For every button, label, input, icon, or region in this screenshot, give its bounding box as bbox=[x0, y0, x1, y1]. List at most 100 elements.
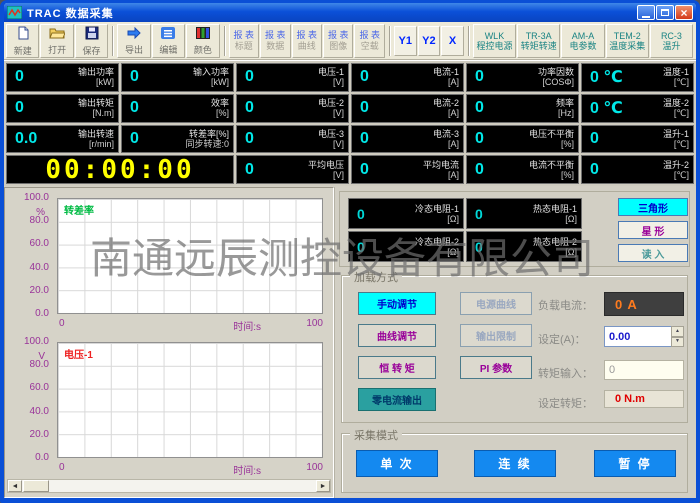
export-icon bbox=[126, 26, 142, 44]
display-label: 电流-3[A] bbox=[433, 129, 459, 149]
star-button[interactable]: 星 形 bbox=[618, 221, 688, 239]
chart-x-axis: 0时间:s100 bbox=[57, 318, 323, 330]
toolbar-button-device-tem-2[interactable]: TEM-2温度采集 bbox=[606, 24, 649, 58]
capture-mode-title: 采集模式 bbox=[350, 427, 402, 443]
close-button[interactable]: × bbox=[675, 5, 693, 20]
toolbar-button-edit[interactable]: 编辑 bbox=[152, 24, 185, 58]
toolbar-button-color[interactable]: 颜色 bbox=[186, 24, 219, 58]
window-title: TRAC 数据采集 bbox=[27, 5, 636, 21]
right-panel: 0冷态电阻-1[Ω]0热态电阻-1[Ω]0冷态电阻-2[Ω]0热态电阻-2[Ω]… bbox=[334, 187, 696, 498]
toolbar-button-open-folder[interactable]: 打开 bbox=[40, 24, 73, 58]
load-mid-button-1[interactable]: 电源曲线 bbox=[460, 292, 532, 315]
chart-plot-area bbox=[57, 342, 323, 458]
display-label-text: 电压-1 bbox=[318, 67, 344, 77]
scrollbar-thumb[interactable] bbox=[23, 480, 49, 492]
load-mid-button-3[interactable]: PI 参数 bbox=[460, 356, 532, 379]
display-label-text: 平均电压 bbox=[308, 160, 344, 170]
measurement-display-grid: 0输出功率[kW]0输入功率[kW]0电压-1[V]0电流-1[A]0功率因数[… bbox=[4, 60, 696, 186]
toolbar-button-device-rc-3[interactable]: RC-3温升 bbox=[650, 24, 693, 58]
field-label: 设定转矩： bbox=[538, 395, 593, 411]
continuous-button[interactable]: 连 续 bbox=[474, 450, 556, 477]
toolbar-button-axis-y2[interactable]: Y2 bbox=[418, 26, 441, 56]
display-unit: [kW] bbox=[78, 77, 114, 87]
toolbar-button-report-1[interactable]: 报 表标题 bbox=[229, 24, 259, 58]
toolbar-button-save[interactable]: 保存 bbox=[75, 24, 108, 58]
toolbar-button-report-2[interactable]: 报 表数据 bbox=[260, 24, 290, 58]
display-label: 电压-1[V] bbox=[318, 67, 344, 87]
maximize-button[interactable] bbox=[656, 5, 674, 20]
load-button-3[interactable]: 恒 转 矩 bbox=[358, 356, 436, 379]
toolbar-button-report-5[interactable]: 报 表空载 bbox=[354, 24, 384, 58]
toolbar-button-axis-x[interactable]: X bbox=[441, 26, 464, 56]
y-axis-unit-label: % bbox=[36, 207, 45, 218]
delta-button[interactable]: 三角形 bbox=[618, 198, 688, 216]
spin-down-button[interactable]: ▼ bbox=[671, 337, 684, 348]
single-button[interactable]: 单 次 bbox=[356, 450, 438, 477]
minimize-icon bbox=[642, 16, 650, 18]
pause-button[interactable]: 暂 停 bbox=[594, 450, 676, 477]
x-axis-title: 时间:s bbox=[233, 462, 261, 477]
display-unit: [A] bbox=[433, 77, 459, 87]
display-label: 功率因数[COSΦ] bbox=[538, 67, 574, 87]
display-value: 0 bbox=[126, 130, 139, 148]
load-mid-button-2[interactable]: 输出限制 bbox=[460, 324, 532, 347]
toolbar-button-report-3[interactable]: 报 表曲线 bbox=[292, 24, 322, 58]
display-unit: [%] bbox=[529, 170, 574, 180]
scrollbar-track[interactable] bbox=[49, 480, 316, 492]
y-axis-tick-label: 0.0 bbox=[35, 453, 49, 463]
y-axis-tick-label: 40.0 bbox=[30, 263, 49, 273]
set-current-input[interactable]: 0.00 bbox=[604, 326, 671, 347]
display-unit: [A] bbox=[433, 108, 459, 118]
display-value: 0 bbox=[11, 99, 24, 117]
device-button-bottom-label: 转矩转速 bbox=[521, 41, 557, 51]
resistance-label: 热态电阻-2[Ω] bbox=[533, 237, 577, 257]
display-value: 0 bbox=[356, 68, 369, 86]
toolbar-button-axis-y1[interactable]: Y1 bbox=[394, 26, 417, 56]
display-value: 0 bbox=[241, 99, 254, 117]
torque-input[interactable]: 0 bbox=[604, 360, 684, 380]
scroll-left-arrow-icon[interactable]: ◄ bbox=[8, 480, 22, 492]
read-in-button[interactable]: 读 入 bbox=[618, 244, 688, 262]
spin-up-button[interactable]: ▲ bbox=[671, 326, 684, 337]
display-cell: 0转差率[%]同步转速:0 bbox=[121, 125, 234, 154]
resistance-label-text: 冷态电阻-2 bbox=[415, 237, 459, 247]
display-cell: 0.0输出转速[r/min] bbox=[6, 125, 119, 154]
toolbar-separator bbox=[468, 26, 470, 56]
toolbar-button-device-am-a[interactable]: AM-A电参数 bbox=[561, 24, 604, 58]
toolbar-button-device-tr-3a[interactable]: TR-3A转矩转速 bbox=[517, 24, 560, 58]
title-bar: TRAC 数据采集 × bbox=[4, 3, 696, 22]
device-button-bottom-label: 温升 bbox=[662, 41, 680, 51]
display-cell: 0输入功率[kW] bbox=[121, 63, 234, 92]
load-button-2[interactable]: 曲线调节 bbox=[358, 324, 436, 347]
display-label: 电压不平衡[%] bbox=[529, 129, 574, 149]
toolbar-button-new-file[interactable]: 新建 bbox=[6, 24, 39, 58]
load-button-1[interactable]: 手动调节 bbox=[358, 292, 436, 315]
load-current-display: 0 A bbox=[604, 292, 684, 316]
field-dark-display: 0 A bbox=[604, 292, 684, 316]
y-axis-tick-label: 60.0 bbox=[30, 239, 49, 249]
display-value: 0 bbox=[356, 161, 369, 179]
chart-horizontal-scrollbar[interactable]: ◄ ► bbox=[7, 479, 331, 493]
load-button-4[interactable]: 零电流输出 bbox=[358, 388, 436, 411]
resistance-display-cell: 0热态电阻-1[Ω] bbox=[466, 198, 582, 229]
toolbar-button-report-4[interactable]: 报 表图像 bbox=[323, 24, 353, 58]
set-torque-display: 0 N.m bbox=[604, 390, 684, 408]
display-value: 0 ℃ bbox=[586, 67, 623, 87]
device-button-bottom-label: 程控电源 bbox=[476, 41, 512, 51]
display-cell: 0电流不平衡[%] bbox=[466, 155, 579, 184]
display-label: 温度-1[℃] bbox=[663, 67, 689, 87]
toolbar-button-device-wlk[interactable]: WLK程控电源 bbox=[473, 24, 516, 58]
display-label-text: 温升-2 bbox=[663, 160, 689, 170]
display-cell: 0 ℃温度-2[℃] bbox=[581, 94, 694, 123]
report-button-bottom-label: 曲线 bbox=[298, 41, 316, 52]
display-label-text: 效率 bbox=[211, 98, 229, 108]
chart-y-axis: 100.080.060.040.020.00.0V bbox=[7, 342, 53, 458]
display-cell: 0输出功率[kW] bbox=[6, 63, 119, 92]
toolbar-button-export[interactable]: 导出 bbox=[117, 24, 150, 58]
scroll-right-arrow-icon[interactable]: ► bbox=[316, 480, 330, 492]
toolbar-button-label: 新建 bbox=[14, 46, 32, 56]
minimize-button[interactable] bbox=[637, 5, 655, 20]
display-label: 效率[%] bbox=[211, 98, 229, 118]
display-cell: 0平均电流[A] bbox=[351, 155, 464, 184]
display-label-text: 输入功率 bbox=[193, 67, 229, 77]
